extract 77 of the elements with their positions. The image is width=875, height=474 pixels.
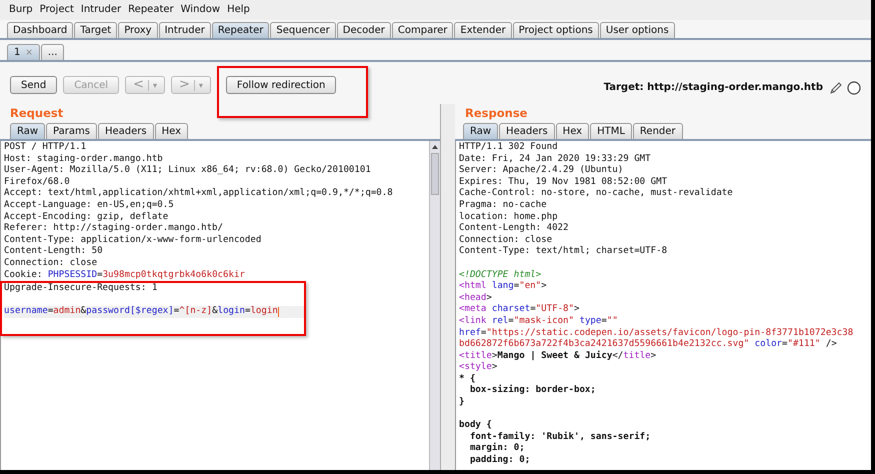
- code-line: <title>Mango | Sweet & Juicy</title>: [459, 350, 656, 362]
- code-line: Content-Type: application/x-www-form-urlencoded: [4, 234, 262, 246]
- session-tab[interactable]: 1 ×: [7, 44, 40, 60]
- toolbar-button[interactable]: Send: [10, 76, 58, 94]
- code-line: <link rel="mask-icon" type="": [459, 316, 618, 328]
- pane-heading: Response: [464, 105, 528, 122]
- code-line: box-sizing: border-box;: [468, 385, 596, 398]
- help-icon[interactable]: [847, 81, 861, 95]
- code-line: Date: Fri, 24 Jan 2020 19:33:29 GMT: [459, 154, 651, 165]
- main-tab[interactable]: Decoder: [336, 22, 391, 38]
- view-tab[interactable]: Headers: [98, 123, 154, 139]
- main-tab[interactable]: User options: [600, 22, 675, 38]
- code-line: Connection: close: [4, 258, 98, 270]
- menu-item[interactable]: Burp: [9, 4, 33, 18]
- main-tab[interactable]: Target: [74, 22, 118, 38]
- view-tab[interactable]: Raw: [463, 123, 498, 139]
- toolbar-button[interactable]: Follow redirection: [226, 76, 336, 94]
- code-line: }: [459, 397, 464, 409]
- view-tab[interactable]: Render: [632, 123, 683, 139]
- view-tab[interactable]: HTML: [590, 123, 632, 139]
- menu-item[interactable]: Help: [227, 4, 250, 18]
- code-line: Pragma: no-cache: [459, 200, 547, 212]
- view-tab[interactable]: Headers: [499, 123, 555, 139]
- code-line: <meta charset="UTF-8">: [459, 304, 580, 316]
- code-line: Connection: close: [459, 234, 552, 246]
- menu-item[interactable]: Repeater: [128, 4, 174, 18]
- code-line: POST / HTTP/1.1: [4, 142, 86, 154]
- view-tab[interactable]: Raw: [10, 123, 46, 139]
- code-line: * {: [459, 374, 476, 384]
- code-line: Server: Apache/2.4.29 (Ubuntu): [459, 165, 624, 177]
- code-line: Host: staging-order.mango.htb: [4, 154, 163, 165]
- session-tab[interactable]: ...: [40, 44, 64, 60]
- code-line: Content-Length: 50: [4, 246, 103, 258]
- main-tab[interactable]: Proxy: [118, 22, 158, 38]
- main-tab[interactable]: Comparer: [392, 22, 454, 38]
- menu-item[interactable]: Window: [180, 4, 220, 18]
- pencil-icon[interactable]: [829, 81, 843, 95]
- code-line: body {: [459, 420, 492, 432]
- main-tab[interactable]: Extender: [454, 22, 512, 38]
- code-line: Expires: Thu, 19 Nov 1981 08:52:00 GMT: [459, 176, 668, 188]
- code-line: <head>: [459, 292, 492, 304]
- code-line: Content-Length: 4022: [459, 223, 568, 235]
- code-line: location: home.php: [459, 212, 558, 223]
- main-tab[interactable]: Project options: [512, 22, 599, 38]
- request-editor[interactable]: [0, 141, 440, 470]
- code-line: Cache-Control: no-store, no-cache, must-revalidate: [459, 188, 733, 200]
- view-tab[interactable]: Hex: [556, 123, 590, 139]
- code-line: User-Agent: Mozilla/5.0 (X11; Linux x86_64; rv:68.0) Gecko/20100101: [4, 165, 371, 177]
- code-line: Upgrade-Insecure-Requests: 1: [4, 283, 158, 295]
- code-line: Accept-Encoding: gzip, deflate: [4, 212, 168, 223]
- code-line: <!DOCTYPE html>: [459, 270, 542, 281]
- view-tab[interactable]: Hex: [154, 123, 188, 139]
- code-line: bd662872f6b673a722f4b3ca2421637d5596661b4e2132cc.svg" color="#111" />: [459, 339, 837, 350]
- main-tab[interactable]: Sequencer: [270, 22, 336, 38]
- code-line: Cookie: PHPSESSID=3u98mcp0tkqtgrbk4o6k0c6kir: [4, 270, 245, 282]
- main-tab[interactable]: Dashboard: [7, 22, 74, 38]
- main-tab[interactable]: Intruder: [158, 22, 211, 38]
- code-line: username=admin&password[$regex]=^[n-z]&login=login: [4, 306, 278, 318]
- code-line: Referer: http://staging-order.mango.htb/: [4, 223, 223, 235]
- code-line: font-family: 'Rubik', sans-serif;: [468, 432, 651, 442]
- code-line: Content-Type: text/html; charset=UTF-8: [459, 246, 668, 258]
- code-line: padding: 0;: [468, 455, 530, 467]
- menu-item[interactable]: Intruder: [80, 4, 122, 18]
- code-line: Firefox/68.0: [4, 176, 70, 188]
- code-line: Accept: text/html,application/xhtml+xml,application/xml;q=0.9,*/*;q=0.8: [4, 188, 393, 200]
- main-tab[interactable]: Repeater: [212, 22, 270, 38]
- code-line: <style>: [459, 362, 498, 374]
- code-line: <html lang="en">: [459, 281, 547, 293]
- code-line: Accept-Language: en-US,en;q=0.5: [4, 200, 174, 212]
- code-line: margin: 0;: [468, 443, 525, 454]
- menu-item[interactable]: Project: [40, 4, 74, 18]
- pane-heading: Request: [9, 105, 64, 122]
- scrollbar[interactable]: [429, 141, 440, 470]
- code-line: HTTP/1.1 302 Found: [459, 142, 558, 154]
- target-label: Target: http://staging-order.mango.htb: [604, 82, 823, 93]
- view-tab[interactable]: Params: [46, 123, 97, 139]
- code-line: href="https://static.codepen.io/assets/favicon/logo-pin-8f3771b1072e3c38: [459, 328, 854, 339]
